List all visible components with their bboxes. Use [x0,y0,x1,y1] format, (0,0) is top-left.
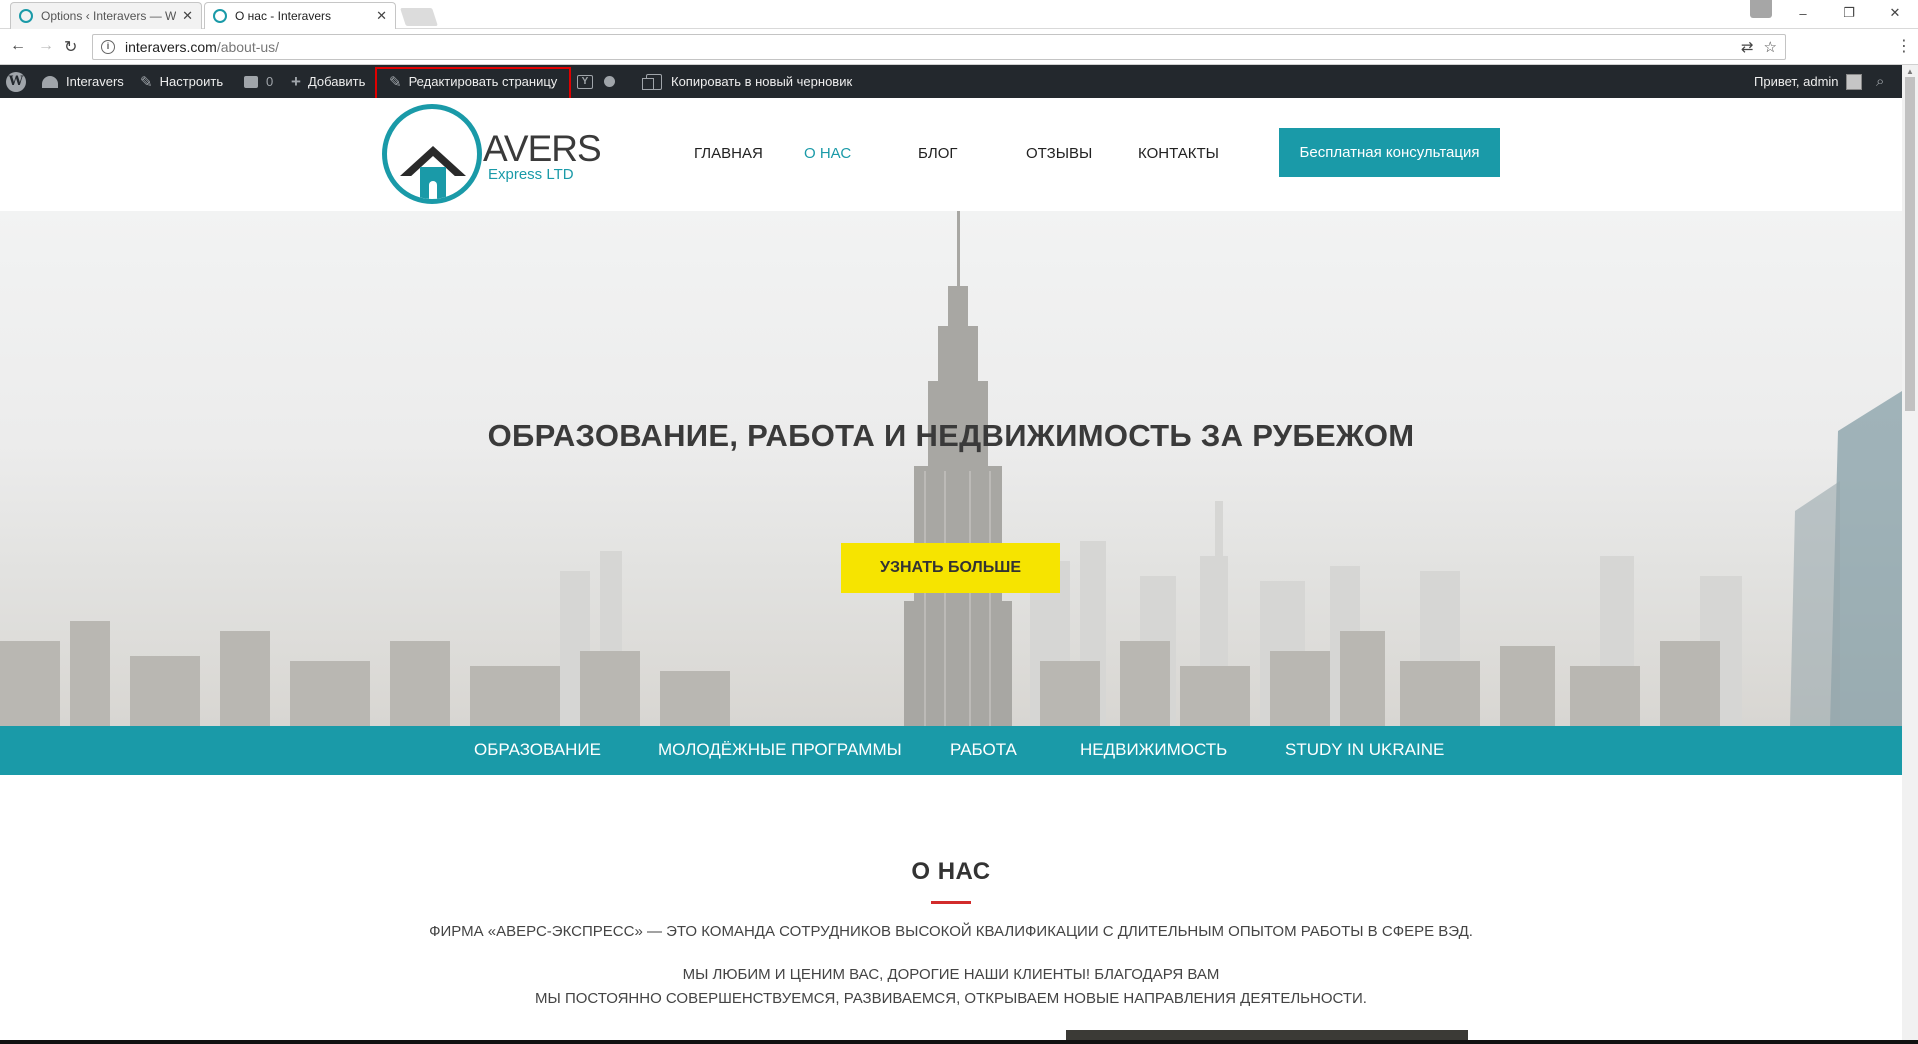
back-arrow-icon[interactable]: ← [10,37,26,55]
tab-about[interactable]: О нас - Interavers ✕ [204,2,396,29]
admin-search[interactable]: ⌕ [1876,65,1884,98]
wordpress-logo-icon: W [6,71,26,92]
nav-about[interactable]: О НАС [804,145,851,162]
edit-page-menu[interactable]: ✎ Редактировать страницу [389,65,557,98]
reload-icon[interactable]: ↻ [64,37,77,57]
copy-icon [642,73,662,90]
logo-house-icon [420,167,446,199]
site-name-menu[interactable]: Interavers [42,65,124,98]
info-icon[interactable]: i [101,40,115,54]
translate-icon[interactable]: ⇄ [1741,38,1754,56]
site-logo[interactable]: AVERS Express LTD [382,104,602,206]
about-paragraph-1: ФИРМА «АВЕРС-ЭКСПРЕСС» — ЭТО КОМАНДА СОТ… [429,923,1473,940]
about-paragraph-3: МЫ ПОСТОЯННО СОВЕРШЕНСТВУЕМСЯ, РАЗВИВАЕМ… [535,990,1367,1007]
nav-blog[interactable]: БЛОГ [918,145,957,162]
site-favicon-icon [19,9,33,23]
scrollbar-thumb[interactable] [1905,77,1915,411]
site-favicon-icon [213,9,227,23]
address-bar[interactable]: i interavers.com/about-us/ ⇄ ☆ [92,34,1786,60]
brush-icon: ✎ [140,73,153,91]
profile-icon[interactable] [1750,0,1772,18]
edit-page-label: Редактировать страницу [408,74,558,89]
pencil-icon: ✎ [389,73,402,91]
hero-title: ОБРАЗОВАНИЕ, РАБОТА И НЕДВИЖИМОСТЬ ЗА РУ… [487,418,1415,453]
url-path: /about-us/ [216,39,280,55]
forward-arrow-icon[interactable]: → [38,37,54,55]
category-bar: ОБРАЗОВАНИЕ МОЛОДЁЖНЫЕ ПРОГРАММЫ РАБОТА … [0,726,1902,775]
yoast-icon: Y [577,74,593,89]
category-work[interactable]: РАБОТА [950,740,1017,760]
bottom-edge [0,1040,1918,1044]
status-dot-icon [604,76,615,87]
yoast-seo-menu[interactable]: Y [577,65,593,98]
wp-admin-bar: W Interavers ✎ Настроить 0 + Добавить ✎ … [0,65,1902,98]
browser-menu-icon[interactable]: ⋮ [1896,36,1912,56]
learn-more-button[interactable]: УЗНАТЬ БОЛЬШЕ [841,543,1060,593]
wp-logo-menu[interactable]: W [6,65,26,98]
customize-label: Настроить [159,74,224,89]
search-icon: ⌕ [1876,73,1885,90]
title-divider [931,901,971,904]
category-study-in-ukraine[interactable]: STUDY IN UKRAINE [1285,740,1444,760]
customize-menu[interactable]: ✎ Настроить [140,65,223,98]
site-name: Interavers [66,74,124,89]
about-paragraph-2: МЫ ЛЮБИМ И ЦЕНИМ ВАС, ДОРОГИЕ НАШИ КЛИЕН… [682,966,1220,983]
category-real-estate[interactable]: НЕДВИЖИМОСТЬ [1080,740,1227,760]
new-tab-button[interactable] [400,8,438,26]
nav-home[interactable]: ГЛАВНАЯ [694,145,763,162]
avatar [1845,73,1862,90]
category-education[interactable]: ОБРАЗОВАНИЕ [474,740,601,760]
add-new-label: Добавить [307,74,366,89]
plus-icon: + [291,71,301,91]
browser-tabstrip: Options ‹ Interavers — W ✕ О нас - Inter… [0,0,1918,29]
tab-options[interactable]: Options ‹ Interavers — W ✕ [10,2,202,29]
close-window-icon[interactable]: ✕ [1872,5,1918,21]
about-title: О НАС [911,858,991,885]
site-header: AVERS Express LTD ГЛАВНАЯ О НАС БЛОГ ОТЗ… [0,98,1902,211]
url-host: interavers.com [125,39,217,55]
comments-menu[interactable]: 0 [244,65,273,98]
dashboard-icon [42,75,58,88]
account-menu[interactable]: Привет, admin [1754,65,1862,98]
tab-close-icon[interactable]: ✕ [182,8,193,24]
minimize-icon[interactable]: – [1780,6,1826,21]
seo-status-menu[interactable] [604,65,615,98]
bookmark-star-icon[interactable]: ☆ [1764,38,1777,56]
comments-count: 0 [266,74,274,89]
logo-title: AVERS [483,128,602,169]
free-consultation-button[interactable]: Бесплатная консультация [1279,128,1500,177]
add-new-menu[interactable]: + Добавить [291,65,365,98]
browser-toolbar: ← → ↻ i interavers.com/about-us/ ⇄ ☆ ⋮ [0,29,1918,65]
logo-subtitle: Express LTD [488,166,574,183]
tab-label: О нас - Interavers [235,9,331,23]
greeting: Привет, admin [1754,74,1839,89]
restore-icon[interactable]: ❐ [1826,5,1872,21]
copy-draft-menu[interactable]: Копировать в новый черновик [642,65,853,98]
about-image [1066,1030,1468,1040]
scroll-up-arrow-icon[interactable]: ▲ [1906,67,1914,76]
page-scrollbar[interactable]: ▲ [1902,65,1918,1044]
tab-label: Options ‹ Interavers — W [41,9,177,23]
tab-close-icon[interactable]: ✕ [376,8,387,24]
category-youth-programs[interactable]: МОЛОДЁЖНЫЕ ПРОГРАММЫ [658,740,902,760]
comment-bubble-icon [244,75,258,88]
nav-reviews[interactable]: ОТЗЫВЫ [1026,145,1092,162]
hero-banner: ОБРАЗОВАНИЕ, РАБОТА И НЕДВИЖИМОСТЬ ЗА РУ… [0,211,1902,726]
copy-draft-label: Копировать в новый черновик [671,74,853,89]
window-controls: – ❐ ✕ [1780,0,1918,26]
nav-contacts[interactable]: КОНТАКТЫ [1138,145,1219,162]
logo-emblem [382,104,482,204]
hero-city-skyline-image [0,211,1902,726]
